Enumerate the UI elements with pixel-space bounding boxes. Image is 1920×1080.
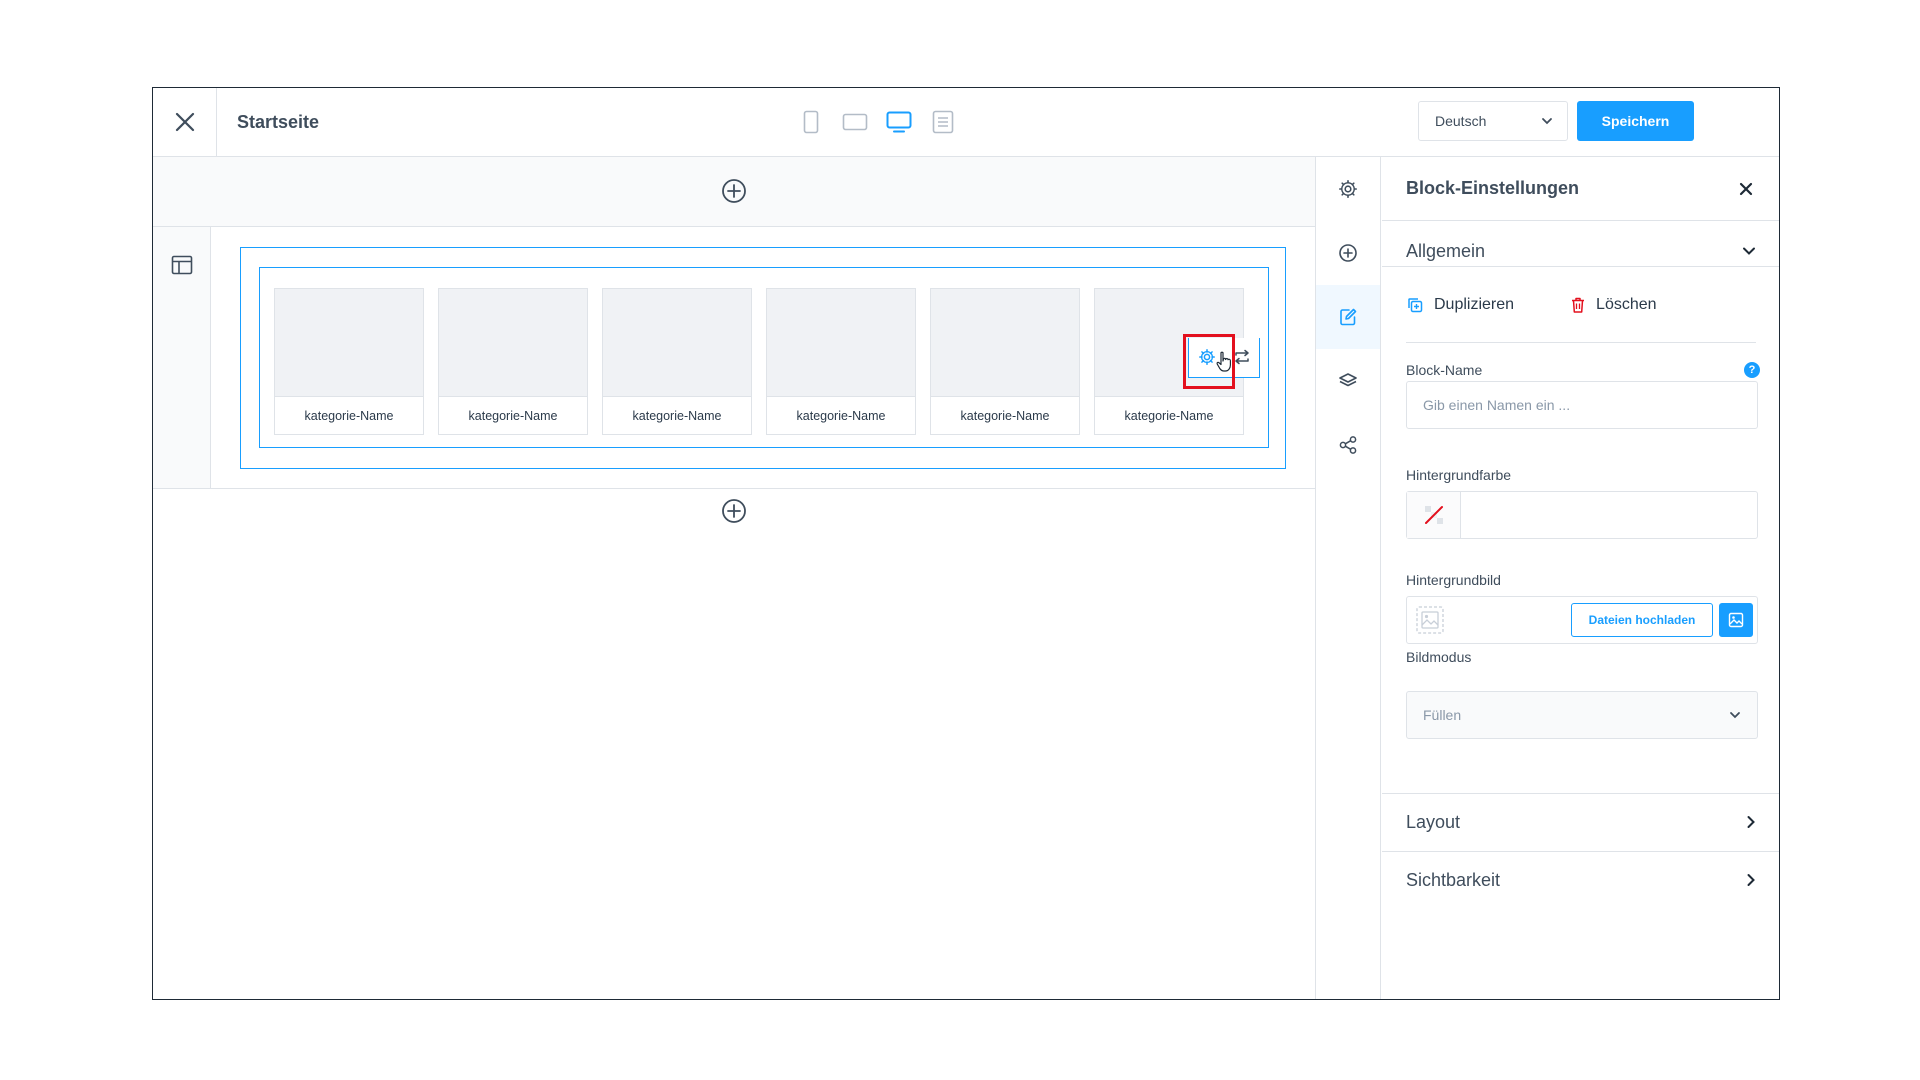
device-tablet-button[interactable] [840, 109, 870, 135]
close-icon [1739, 182, 1753, 195]
category-image-placeholder [767, 289, 915, 397]
help-icon[interactable]: ? [1744, 362, 1760, 378]
delete-button[interactable]: Löschen [1570, 294, 1657, 316]
editor-canvas: kategorie-Name kategorie-Name kategorie-… [153, 157, 1315, 999]
panel-title: Block-Einstellungen [1406, 178, 1580, 198]
category-image-placeholder [931, 289, 1079, 397]
category-name: kategorie-Name [304, 409, 394, 423]
add-section-button-bottom[interactable] [721, 498, 747, 524]
chevron-down-icon [1743, 247, 1755, 255]
pointer-cursor-icon [1216, 351, 1231, 372]
block-name-input[interactable] [1406, 381, 1758, 429]
add-section-button-top[interactable] [721, 178, 747, 204]
bg-color-field[interactable] [1406, 491, 1758, 539]
category-card[interactable]: kategorie-Name [766, 288, 916, 435]
chevron-down-icon [1730, 712, 1740, 719]
top-bar: Startseite Deutsch Speichern [153, 88, 1779, 157]
device-desktop-button[interactable] [884, 109, 914, 135]
category-card[interactable]: kategorie-Name [438, 288, 588, 435]
tablet-icon [842, 113, 868, 131]
sidebar-tab-block-settings[interactable] [1316, 285, 1380, 349]
accordion-general-header[interactable]: Allgemein [1382, 223, 1779, 279]
panel-close-button[interactable] [1736, 179, 1756, 199]
swap-icon [1234, 349, 1249, 365]
app-window: Startseite Deutsch Speichern kategorie-N… [152, 87, 1780, 1000]
bg-image-field: Dateien hochladen [1406, 596, 1758, 644]
page-title: Startseite [237, 111, 320, 132]
section-insert-area-top [153, 157, 1315, 227]
image-mode-value: Füllen [1423, 707, 1462, 723]
accordion-visibility-header[interactable]: Sichtbarkeit [1382, 852, 1779, 908]
open-media-button[interactable] [1719, 603, 1753, 637]
section: kategorie-Name kategorie-Name kategorie-… [153, 227, 1315, 489]
sidebar-tab-settings[interactable] [1316, 157, 1380, 221]
accordion-layout-header[interactable]: Layout [1382, 794, 1779, 850]
bg-color-label: Hintergrundfarbe [1406, 467, 1512, 483]
share-icon [1339, 436, 1357, 454]
sidebar-tab-add[interactable] [1316, 221, 1380, 285]
list-view-icon [932, 110, 954, 134]
device-list-button[interactable] [928, 109, 958, 135]
language-select-value: Deutsch [1435, 113, 1487, 129]
section-sidebar [153, 227, 211, 488]
accordion-layout-label: Layout [1406, 811, 1461, 832]
save-button[interactable]: Speichern [1577, 101, 1694, 141]
category-name: kategorie-Name [960, 409, 1050, 423]
category-image-placeholder [275, 289, 423, 397]
category-name: kategorie-Name [1124, 409, 1214, 423]
category-card[interactable]: kategorie-Name [602, 288, 752, 435]
category-name: kategorie-Name [796, 409, 886, 423]
settings-icon [1339, 180, 1357, 198]
image-placeholder-icon [1416, 606, 1444, 634]
block-name-label: Block-Name [1406, 362, 1483, 378]
mobile-icon [803, 110, 819, 134]
upload-files-button[interactable]: Dateien hochladen [1571, 603, 1713, 637]
duplicate-icon [1408, 298, 1423, 313]
category-image-placeholder [603, 289, 751, 397]
category-card[interactable]: kategorie-Name [930, 288, 1080, 435]
trash-icon [1572, 297, 1585, 313]
plus-circle-icon [722, 499, 746, 523]
chevron-right-icon [1747, 874, 1755, 886]
device-mobile-button[interactable] [796, 109, 826, 135]
desktop-icon [886, 111, 912, 133]
category-name: kategorie-Name [468, 409, 558, 423]
chevron-down-icon [1542, 118, 1552, 125]
image-mode-select[interactable]: Füllen [1406, 691, 1758, 739]
sidebar-icon-strip [1315, 157, 1381, 999]
sidebar-tab-layers[interactable] [1316, 349, 1380, 413]
category-card[interactable]: kategorie-Name [274, 288, 424, 435]
language-select[interactable]: Deutsch [1418, 101, 1568, 141]
chevron-right-icon [1747, 816, 1755, 828]
image-placeholder [1413, 603, 1447, 637]
section-settings-button[interactable] [170, 253, 194, 277]
color-swatch-button[interactable] [1407, 492, 1461, 538]
bg-image-label: Hintergrundbild [1406, 572, 1501, 588]
device-switcher [796, 109, 958, 135]
close-icon [175, 112, 194, 132]
panel-header: Block-Einstellungen [1382, 157, 1779, 221]
delete-label: Löschen [1596, 296, 1657, 313]
accordion-general-label: Allgemein [1406, 240, 1486, 261]
close-editor-button[interactable] [153, 88, 217, 156]
media-library-icon [1728, 612, 1744, 628]
category-slider-element[interactable]: kategorie-Name kategorie-Name kategorie-… [259, 267, 1269, 448]
duplicate-button[interactable]: Duplizieren [1406, 294, 1514, 316]
sidebar-tab-share[interactable] [1316, 413, 1380, 477]
layout-icon [171, 255, 193, 275]
accordion-visibility-label: Sichtbarkeit [1406, 869, 1501, 890]
layers-icon [1339, 373, 1357, 387]
plus-circle-icon [722, 179, 746, 203]
block-actions-row: Duplizieren Löschen [1406, 294, 1756, 343]
image-mode-label: Bildmodus [1406, 649, 1472, 665]
no-color-icon [1424, 506, 1443, 524]
category-name: kategorie-Name [632, 409, 722, 423]
block-settings-panel: Block-Einstellungen Allgemein Dupliziere [1382, 157, 1779, 999]
duplicate-label: Duplizieren [1434, 296, 1515, 313]
divider [1382, 266, 1779, 267]
edit-block-icon [1340, 308, 1357, 326]
category-image-placeholder [439, 289, 587, 397]
add-icon [1339, 244, 1357, 262]
